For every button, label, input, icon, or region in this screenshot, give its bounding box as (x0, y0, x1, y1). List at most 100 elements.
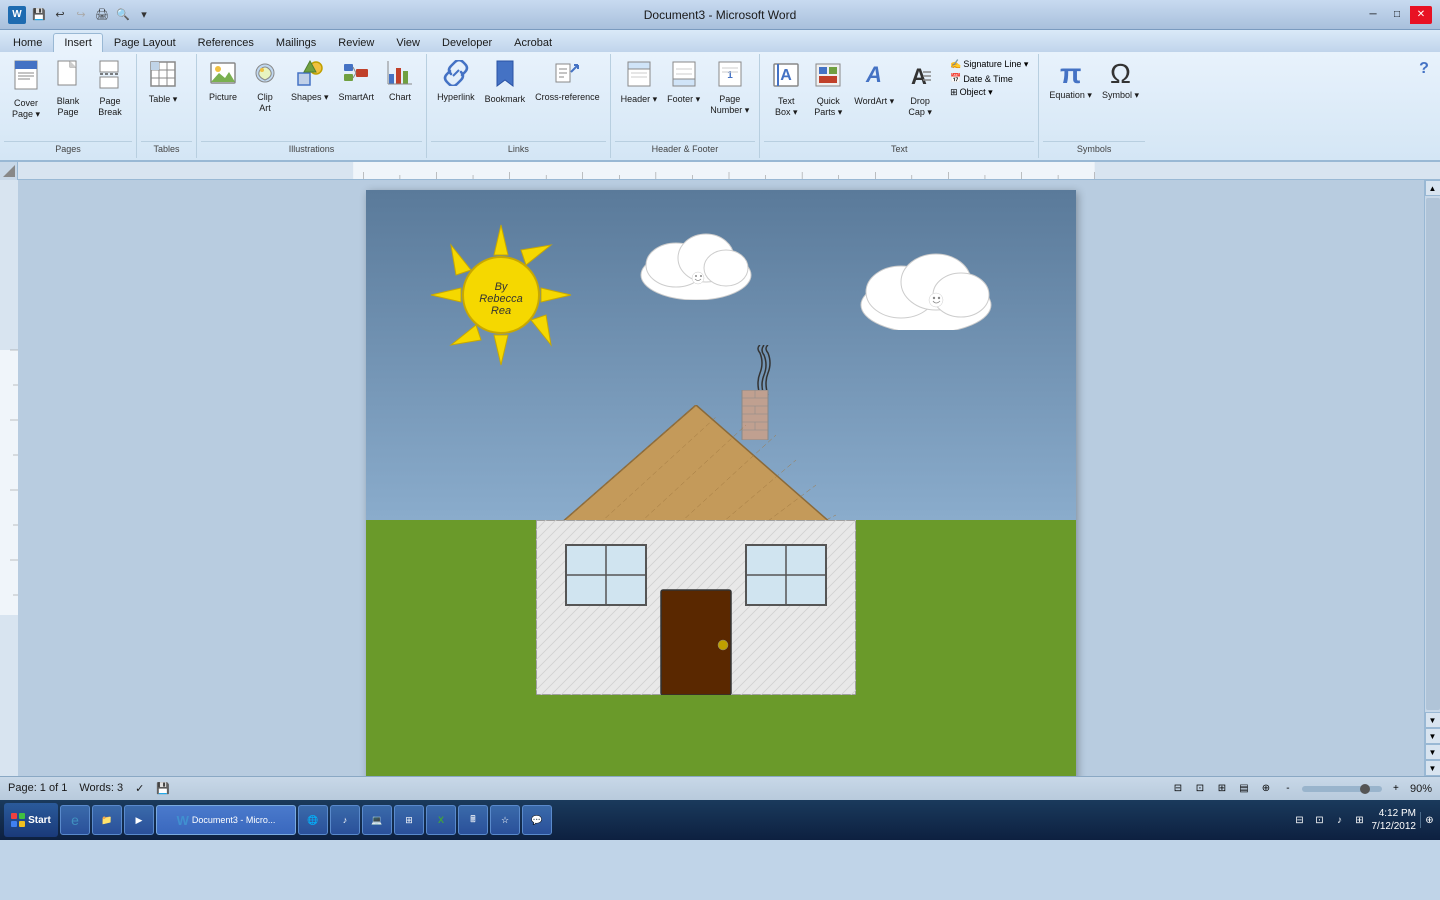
taskbar-firefox[interactable]: 🌐 (298, 805, 328, 835)
quick-parts-button[interactable]: QuickParts ▾ (808, 58, 848, 120)
tray-network[interactable]: ⊞ (1352, 812, 1368, 828)
svg-text:A: A (780, 67, 792, 84)
help-button[interactable]: ? (1412, 58, 1436, 80)
page-break-button[interactable]: PageBreak (90, 58, 130, 120)
tab-home[interactable]: Home (2, 33, 53, 52)
taskbar-word[interactable]: W Document3 - Micro... (156, 805, 296, 835)
scroll-bottom-1[interactable]: ▼ (1425, 728, 1440, 744)
save-quick-btn[interactable]: 💾 (30, 6, 48, 24)
scroll-bottom-2[interactable]: ▼ (1425, 744, 1440, 760)
taskbar-excel[interactable]: X (426, 805, 456, 835)
page-break-icon (98, 60, 122, 94)
outline-btn[interactable]: ▤ (1236, 781, 1252, 797)
word-count: Words: 3 (79, 782, 123, 795)
zoom-thumb[interactable] (1360, 784, 1370, 794)
date-time-button[interactable]: 📅 Date & Time (946, 72, 1032, 85)
ruler-corner[interactable] (0, 162, 18, 180)
taskbar-media[interactable]: ▶ (124, 805, 154, 835)
table-icon (149, 60, 177, 92)
picture-button[interactable]: Picture (203, 58, 243, 105)
scroll-bottom-3[interactable]: ▼ (1425, 760, 1440, 776)
tab-references[interactable]: References (187, 33, 265, 52)
undo-quick-btn[interactable]: ↩ (51, 6, 69, 24)
qa-extra2[interactable]: 🔍 (114, 6, 132, 24)
shapes-button[interactable]: Shapes ▾ (287, 58, 333, 105)
scroll-up-button[interactable]: ▲ (1425, 180, 1440, 196)
scrollbar-right: ▲ ▼ ▼ ▼ ▼ (1424, 180, 1440, 776)
object-button[interactable]: ⊞ Object ▾ (946, 86, 1032, 99)
print-layout-btn[interactable]: ⊟ (1170, 781, 1186, 797)
chart-icon (387, 60, 413, 90)
symbol-button[interactable]: Ω Symbol ▾ (1098, 58, 1143, 103)
tray-icon-1[interactable]: ⊟ (1292, 812, 1308, 828)
media-icon: ▶ (136, 815, 143, 826)
qa-dropdown[interactable]: ▾ (135, 6, 153, 24)
quick-parts-icon (815, 60, 841, 94)
taskbar-app1[interactable]: ⊞ (394, 805, 424, 835)
save-status-icon[interactable]: 💾 (156, 782, 170, 795)
taskbar-app3[interactable]: 💬 (522, 805, 552, 835)
smartart-label: SmartArt (339, 92, 375, 103)
tab-developer[interactable]: Developer (431, 33, 503, 52)
clip-art-button[interactable]: ClipArt (245, 58, 285, 116)
start-button[interactable]: Start (4, 803, 58, 837)
start-label: Start (28, 815, 51, 826)
qa-extra1[interactable]: 🖨 (93, 6, 111, 24)
cover-page-button[interactable]: CoverPage ▾ (6, 58, 46, 122)
page-number-button[interactable]: 1 PageNumber ▾ (706, 58, 753, 118)
tab-insert[interactable]: Insert (53, 33, 103, 52)
check-icon[interactable]: ✓ (135, 782, 144, 795)
zoom-out-btn[interactable]: - (1280, 781, 1296, 797)
footer-icon (671, 60, 697, 92)
redo-quick-btn[interactable]: ↪ (72, 6, 90, 24)
music-icon: ♪ (343, 815, 348, 825)
footer-button[interactable]: Footer ▾ (663, 58, 704, 107)
taskbar-app2[interactable]: ☆ (490, 805, 520, 835)
taskbar-explorer[interactable]: 💻 (362, 805, 392, 835)
text-box-button[interactable]: A TextBox ▾ (766, 58, 806, 120)
tab-acrobat[interactable]: Acrobat (503, 33, 563, 52)
zoom-slider[interactable] (1302, 786, 1382, 792)
datetime-label: Date & Time (963, 74, 1013, 84)
taskbar-calc[interactable]: 🖩 (458, 805, 488, 835)
object-label: Object ▾ (960, 87, 993, 98)
blank-page-label: BlankPage (57, 96, 80, 118)
smartart-button[interactable]: SmartArt (335, 58, 379, 105)
chart-button[interactable]: Chart (380, 58, 420, 105)
object-icon: ⊞ (950, 87, 958, 98)
tray-icon-2[interactable]: ⊡ (1312, 812, 1328, 828)
close-button[interactable]: ✕ (1410, 6, 1432, 24)
full-reading-btn[interactable]: ⊡ (1192, 781, 1208, 797)
table-label: Table ▾ (149, 94, 178, 105)
blank-page-button[interactable]: BlankPage (48, 58, 88, 120)
equation-button[interactable]: π Equation ▾ (1045, 58, 1096, 103)
tab-review[interactable]: Review (327, 33, 385, 52)
hyperlink-button[interactable]: Hyperlink (433, 58, 479, 105)
signature-line-button[interactable]: ✍ Signature Line ▾ (946, 58, 1032, 71)
chart-label: Chart (389, 92, 411, 103)
page-number-icon: 1 (717, 60, 743, 92)
taskbar: Start e 📁 ▶ W Document3 - Micro... 🌐 ♪ 💻… (0, 800, 1440, 840)
picture-icon (210, 60, 236, 90)
maximize-button[interactable]: □ (1386, 6, 1408, 24)
taskbar-ie[interactable]: e (60, 805, 90, 835)
web-layout-btn[interactable]: ⊞ (1214, 781, 1230, 797)
minimize-button[interactable]: ─ (1362, 6, 1384, 24)
wordart-button[interactable]: A WordArt ▾ (850, 58, 898, 109)
table-button[interactable]: Table ▾ (143, 58, 183, 107)
bookmark-button[interactable]: Bookmark (481, 58, 530, 107)
tab-view[interactable]: View (385, 33, 431, 52)
scroll-thumb[interactable] (1426, 198, 1440, 710)
zoom-in-btn[interactable]: + (1388, 781, 1404, 797)
show-desktop-btn[interactable]: ⊕ (1420, 812, 1436, 828)
taskbar-music[interactable]: ♪ (330, 805, 360, 835)
taskbar-folder[interactable]: 📁 (92, 805, 122, 835)
tab-page-layout[interactable]: Page Layout (103, 33, 187, 52)
tray-icon-3[interactable]: ♪ (1332, 812, 1348, 828)
cross-reference-button[interactable]: Cross-reference (531, 58, 604, 105)
draft-btn[interactable]: ⊕ (1258, 781, 1274, 797)
drop-cap-button[interactable]: A DropCap ▾ (900, 58, 940, 120)
tab-mailings[interactable]: Mailings (265, 33, 327, 52)
scroll-down-button[interactable]: ▼ (1425, 712, 1440, 728)
header-button[interactable]: Header ▾ (617, 58, 662, 107)
